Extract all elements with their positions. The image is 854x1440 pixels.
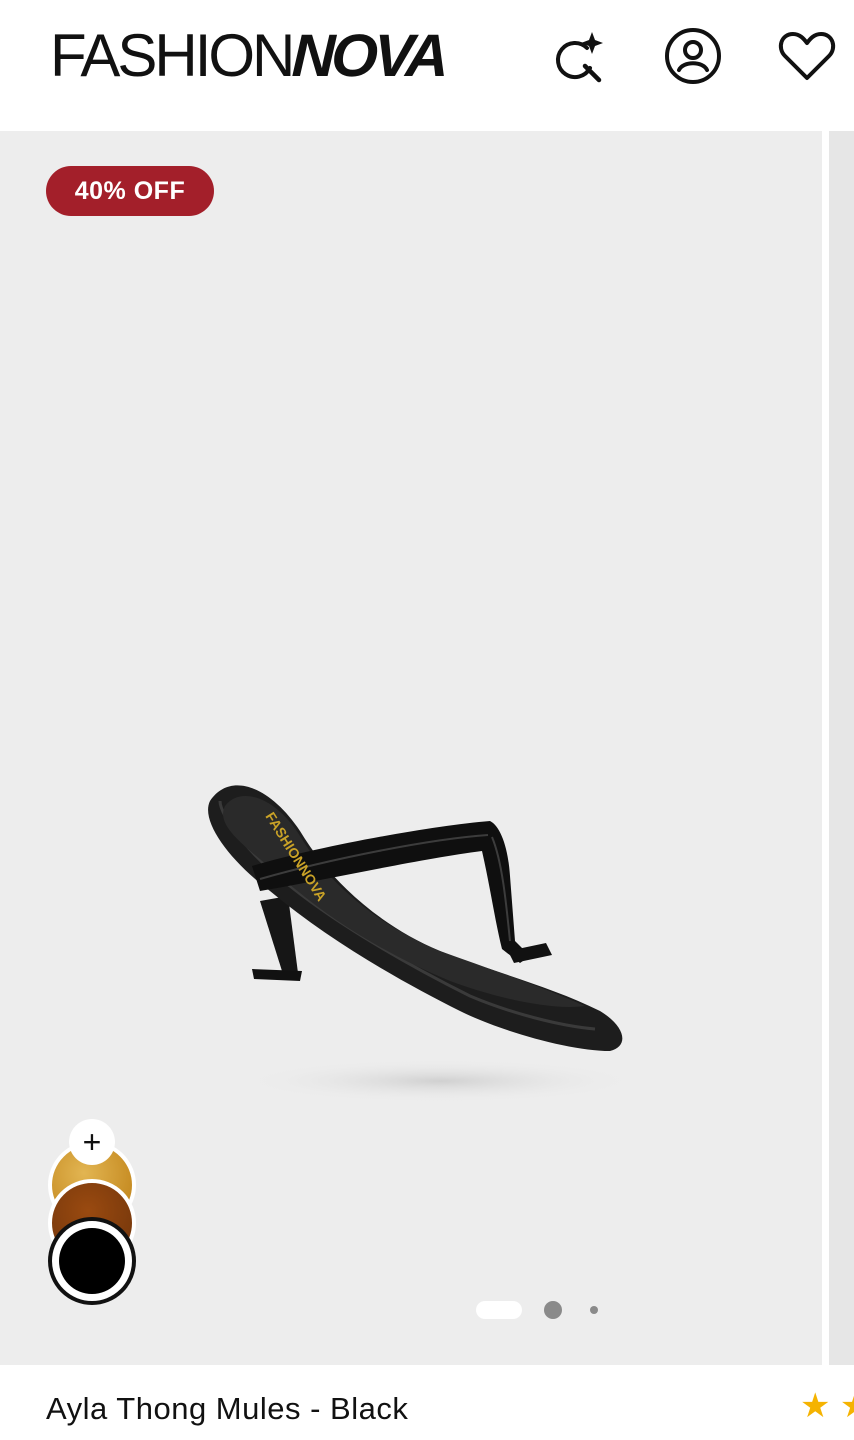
pagination-dot-active[interactable] <box>476 1301 522 1319</box>
logo-text-nova: NOVA <box>291 22 447 89</box>
swatch-black-fill <box>59 1228 125 1294</box>
site-header: FASHION NOVA <box>0 0 854 131</box>
fashion-nova-logo[interactable]: FASHION NOVA <box>50 22 447 89</box>
gallery-pagination <box>476 1299 598 1321</box>
account-icon[interactable] <box>663 26 723 86</box>
pagination-dot[interactable] <box>590 1306 598 1314</box>
product-title: Ayla Thong Mules - Black <box>46 1391 409 1426</box>
discount-badge: 40% OFF <box>46 166 214 216</box>
more-colors-button[interactable]: + <box>69 1119 115 1165</box>
rating-stars[interactable]: ★ ★ <box>800 1389 854 1423</box>
product-image-gallery[interactable]: 40% OFF FASHIONNOVA + <box>0 131 822 1365</box>
product-info: Ayla Thong Mules - Black ★ ★ <box>0 1365 854 1440</box>
product-image-thong-mule: FASHIONNOVA <box>208 785 630 1101</box>
pagination-dot[interactable] <box>544 1301 562 1319</box>
ai-search-sparkle-icon[interactable] <box>547 26 607 86</box>
swatch-black-selected[interactable] <box>48 1217 136 1305</box>
next-image-peek[interactable] <box>829 131 854 1365</box>
heart-icon[interactable] <box>777 26 837 86</box>
gallery-divider <box>822 131 829 1365</box>
logo-text-fashion: FASHION <box>50 22 295 89</box>
color-swatches: + <box>48 1119 138 1311</box>
